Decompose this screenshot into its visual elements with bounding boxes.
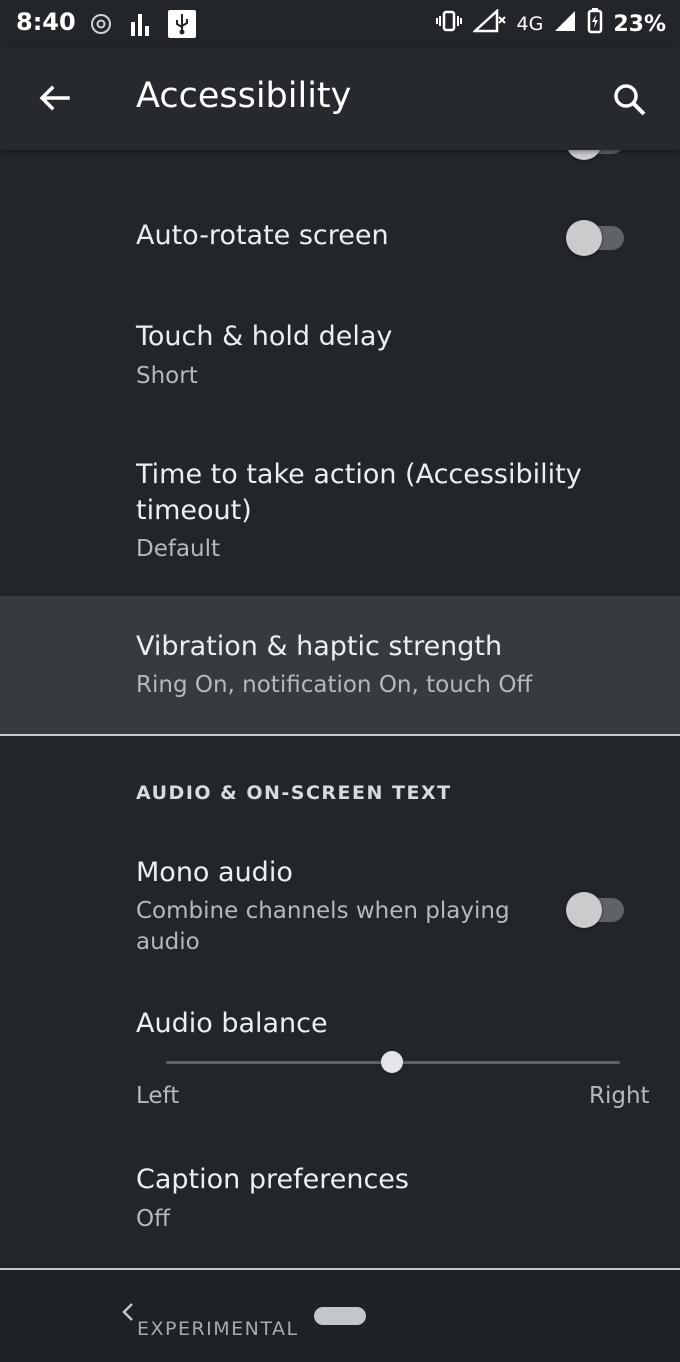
status-left-icons — [90, 10, 196, 42]
nav-back-button[interactable] — [120, 1300, 136, 1328]
audio-balance-title: Audio balance — [136, 1008, 328, 1039]
no-signal-icon — [471, 8, 507, 39]
captions-summary: Off — [136, 1206, 170, 1232]
mono-audio-summary-line1: Combine channels when playing — [136, 898, 510, 924]
timeout-title-line1: Time to take action (Accessibility — [136, 459, 582, 490]
vibration-title: Vibration & haptic strength — [136, 631, 503, 662]
app-bar: Accessibility — [0, 48, 680, 150]
network-type: 4G — [516, 13, 544, 35]
search-button[interactable] — [606, 76, 654, 124]
settings-list[interactable]: Auto-rotate screen Touch & hold delay Sh… — [0, 150, 680, 1268]
battery-percent: 23% — [613, 11, 666, 37]
auto-rotate-toggle[interactable] — [566, 216, 628, 256]
cell-signal-icon — [553, 9, 577, 39]
battery-charging-icon — [587, 8, 603, 40]
search-icon — [606, 84, 654, 128]
home-pill[interactable] — [314, 1307, 366, 1325]
navigation-bar: EXPERIMENTAL — [0, 1268, 680, 1362]
chevron-left-icon — [120, 1303, 136, 1328]
audio-section-header: AUDIO & ON-SCREEN TEXT — [136, 782, 452, 804]
touch-hold-summary: Short — [136, 363, 198, 389]
experimental-label: EXPERIMENTAL — [137, 1318, 299, 1340]
touch-hold-row[interactable]: Touch & hold delay Short — [0, 290, 680, 420]
timeout-title-line2: timeout) — [136, 495, 252, 526]
audio-balance-right-label: Right — [589, 1083, 650, 1109]
signal-bars-icon — [130, 12, 150, 40]
mono-audio-row[interactable]: Mono audio Combine channels when playing… — [0, 840, 680, 970]
vibrate-icon — [435, 10, 463, 38]
timeout-summary: Default — [136, 536, 221, 562]
vibration-summary: Ring On, notification On, touch Off — [136, 672, 533, 698]
page-title: Accessibility — [136, 76, 352, 116]
touch-hold-title: Touch & hold delay — [136, 321, 393, 352]
mono-audio-toggle[interactable] — [566, 888, 628, 928]
auto-rotate-row[interactable]: Auto-rotate screen — [0, 180, 680, 290]
audio-balance-slider-thumb[interactable] — [381, 1051, 403, 1073]
status-bar: 8:40 4G 23% — [0, 0, 680, 48]
section-divider — [0, 734, 680, 736]
mono-audio-title: Mono audio — [136, 857, 293, 888]
mono-audio-summary-line2: audio — [136, 929, 200, 955]
audio-balance-left-label: Left — [136, 1083, 180, 1109]
captions-title: Caption preferences — [136, 1164, 409, 1195]
status-right: 4G 23% — [435, 8, 666, 40]
arrow-left-icon — [30, 85, 78, 128]
partial-toggle — [566, 150, 628, 160]
timeout-row[interactable]: Time to take action (Accessibility timeo… — [0, 420, 680, 596]
captions-row[interactable]: Caption preferences Off — [0, 1140, 680, 1268]
at-sign-icon — [90, 13, 112, 39]
usb-icon — [168, 10, 196, 42]
scrolled-item-remnant — [0, 150, 680, 160]
auto-rotate-title: Auto-rotate screen — [136, 220, 389, 251]
status-time: 8:40 — [16, 8, 76, 36]
vibration-row[interactable]: Vibration & haptic strength Ring On, not… — [0, 596, 680, 734]
back-button[interactable] — [30, 76, 78, 124]
